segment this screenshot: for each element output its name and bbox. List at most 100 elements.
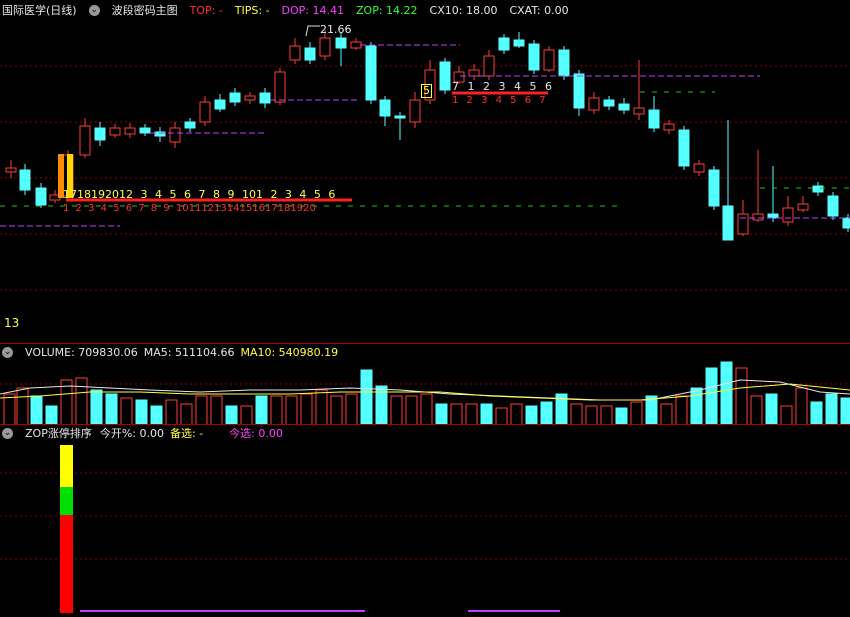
down-candle bbox=[648, 109, 660, 129]
zop-label: ZOP: 14.22 bbox=[356, 3, 418, 17]
up-candle bbox=[5, 167, 17, 173]
volume-bar-down bbox=[480, 403, 493, 425]
count-row-a-top: 1718192012 3 4 5 6 7 8 9 101 2 3 4 5 6 bbox=[63, 188, 336, 201]
volume-bar-down bbox=[30, 395, 43, 425]
up-candle bbox=[663, 123, 675, 131]
volume-bar-up bbox=[300, 393, 313, 425]
chevron-down-icon[interactable]: ⌄ bbox=[2, 346, 13, 358]
candidate: 备选: - bbox=[169, 427, 204, 440]
cxat-label: CXAT: 0.00 bbox=[509, 3, 569, 17]
volume-bar-up bbox=[600, 405, 613, 425]
volume-bar-up bbox=[240, 405, 253, 425]
price-chart-header: 国际医学(日线) ⌄ 波段密码主图 TOP: - TIPS: - DOP: 14… bbox=[2, 2, 581, 18]
volume-bar-down bbox=[360, 369, 373, 425]
down-candle bbox=[573, 73, 585, 109]
volume-bar-up bbox=[315, 389, 328, 425]
today-open: 今开%: 0.00 bbox=[99, 427, 164, 440]
down-candle bbox=[19, 169, 31, 191]
volume-bar-down bbox=[765, 393, 778, 425]
down-candle bbox=[35, 187, 47, 206]
down-candle bbox=[335, 37, 347, 49]
volume-bar-up bbox=[270, 395, 283, 425]
down-candle bbox=[304, 47, 316, 61]
chevron-down-icon[interactable]: ⌄ bbox=[2, 427, 13, 439]
volume-pane[interactable]: ⌄ VOLUME: 709830.06 MA5: 511104.66 MA10:… bbox=[0, 343, 850, 425]
down-candle bbox=[498, 37, 510, 51]
volume-bar-down bbox=[90, 389, 103, 425]
price-axis-value: 13 bbox=[4, 316, 20, 330]
down-candle bbox=[827, 195, 839, 217]
price-chart-pane[interactable]: 国际医学(日线) ⌄ 波段密码主图 TOP: - TIPS: - DOP: 14… bbox=[0, 0, 850, 343]
zop-bar-red bbox=[60, 515, 73, 613]
up-candle bbox=[350, 41, 362, 49]
up-candle bbox=[289, 45, 301, 61]
down-candle bbox=[842, 217, 850, 229]
zop-bar-yellow bbox=[60, 445, 73, 487]
volume-bar-up bbox=[405, 395, 418, 425]
up-candle bbox=[693, 163, 705, 173]
price-chart-svg[interactable] bbox=[0, 0, 850, 343]
indicator-name[interactable]: 波段密码主图 bbox=[112, 2, 178, 18]
up-candle bbox=[199, 101, 211, 123]
volume-bar-down bbox=[150, 405, 163, 425]
zop-pane[interactable]: ⌄ ZOP涨停排序 今开%: 0.00 备选: - 今选: 0.00 bbox=[0, 424, 850, 617]
zop-chart-svg[interactable] bbox=[0, 425, 850, 617]
down-candle bbox=[618, 103, 630, 111]
volume-bar-down bbox=[255, 395, 268, 425]
volume-bar-up bbox=[390, 395, 403, 425]
volume-bar-up bbox=[795, 387, 808, 425]
zop-bar-green bbox=[60, 487, 73, 515]
volume-bar-up bbox=[780, 405, 793, 425]
down-candle bbox=[259, 92, 271, 104]
volume-bar-up bbox=[345, 393, 358, 425]
volume-bar-up bbox=[3, 393, 16, 425]
volume-bar-up bbox=[495, 407, 508, 425]
down-candle bbox=[558, 49, 570, 77]
volume-bar-up bbox=[195, 395, 208, 425]
volume-bar-up bbox=[330, 395, 343, 425]
dop-label: DOP: 14.41 bbox=[281, 3, 345, 17]
up-candle bbox=[588, 97, 600, 111]
up-candle bbox=[244, 95, 256, 101]
volume-bar-up bbox=[285, 395, 298, 425]
up-candle bbox=[752, 213, 764, 221]
volume-bar-down bbox=[525, 405, 538, 425]
up-candle bbox=[169, 127, 181, 143]
volume-bar-down bbox=[105, 393, 118, 425]
up-candle bbox=[797, 203, 809, 211]
today-pick: 今选: 0.00 bbox=[229, 427, 283, 440]
up-candle bbox=[633, 107, 645, 115]
up-candle bbox=[468, 69, 480, 77]
zop-header: ⌄ ZOP涨停排序 今开%: 0.00 备选: - 今选: 0.00 bbox=[2, 425, 295, 441]
volume-bar-up bbox=[735, 367, 748, 425]
volume-ma10: MA10: 540980.19 bbox=[240, 345, 339, 359]
cx10-label: CX10: 18.00 bbox=[429, 3, 498, 17]
volume-bar-down bbox=[615, 407, 628, 425]
volume-bar-up bbox=[630, 401, 643, 425]
volume-bar-up bbox=[120, 397, 133, 425]
volume-bar-up bbox=[660, 403, 673, 425]
up-candle bbox=[124, 127, 136, 135]
down-candle bbox=[513, 39, 525, 47]
down-candle bbox=[812, 185, 824, 193]
chevron-down-icon[interactable]: ⌄ bbox=[88, 4, 100, 16]
volume-bar-up bbox=[210, 395, 223, 425]
down-candle bbox=[722, 205, 734, 241]
up-candle bbox=[319, 37, 331, 57]
volume-bar-up bbox=[75, 377, 88, 425]
up-candle bbox=[782, 207, 794, 223]
high-price-marker: 21.66 bbox=[320, 23, 352, 36]
down-candle bbox=[94, 127, 106, 141]
volume-bar-down bbox=[135, 399, 148, 425]
down-candle bbox=[214, 99, 226, 110]
volume-bar-down bbox=[690, 387, 703, 425]
top-label: TOP: - bbox=[189, 3, 223, 17]
up-candle bbox=[79, 125, 91, 156]
down-candle bbox=[678, 129, 690, 167]
down-candle bbox=[767, 213, 779, 219]
volume-bar-down bbox=[435, 403, 448, 425]
tips-label: TIPS: - bbox=[234, 3, 270, 17]
up-candle bbox=[109, 127, 121, 136]
up-candle bbox=[543, 49, 555, 71]
volume-bar-up bbox=[465, 403, 478, 425]
